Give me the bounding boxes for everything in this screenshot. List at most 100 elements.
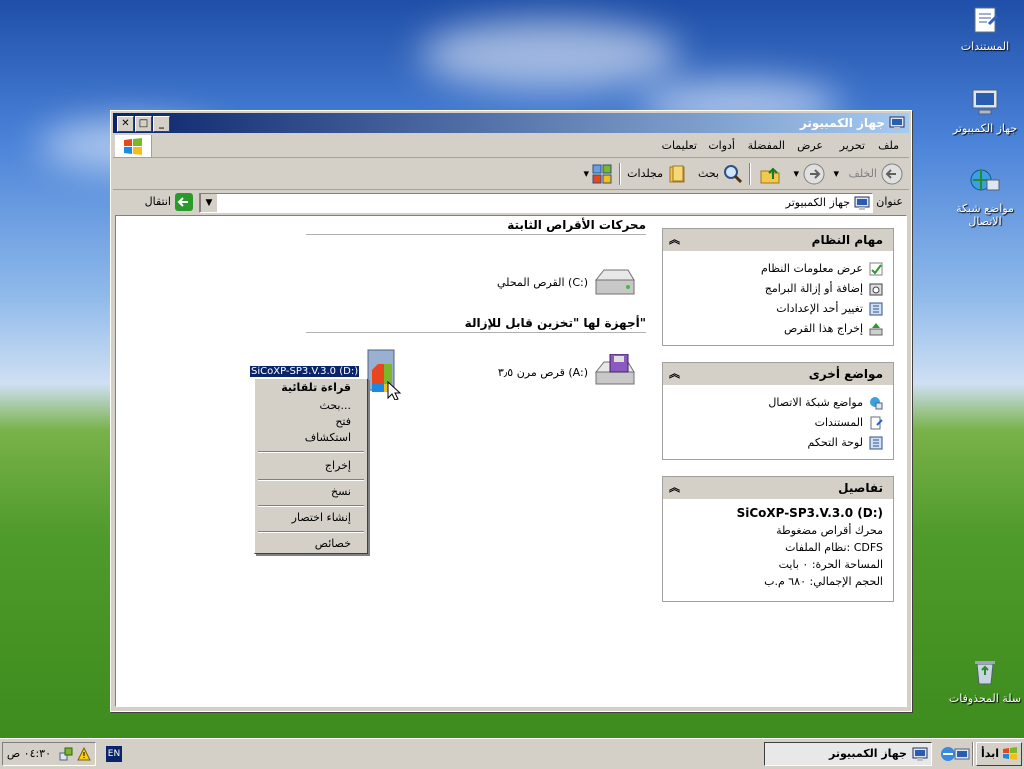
forward-arrow-icon — [803, 163, 825, 185]
ctx-open[interactable]: فتح — [335, 415, 351, 428]
details-type: محرك أقراص مضغوطة — [776, 524, 883, 537]
views-button[interactable]: ▾ — [583, 163, 613, 185]
close-button[interactable]: ✕ — [117, 116, 134, 132]
taskbar-task-my-computer[interactable]: جهاز الكمبيوتر — [764, 742, 932, 766]
context-menu: قراءة تلقائية بحث... فتح استكشاف إخراج ن… — [254, 378, 368, 554]
ctx-eject[interactable]: إخراج — [325, 459, 351, 472]
computer-icon — [889, 116, 905, 130]
up-folder-icon — [760, 167, 780, 184]
back-dropdown-icon[interactable]: ▾ — [833, 163, 839, 185]
start-button[interactable]: ابدأ — [976, 742, 1022, 766]
collapse-icon[interactable]: ︽ — [669, 363, 680, 385]
separator — [258, 505, 364, 507]
search-button[interactable]: بحث — [689, 163, 743, 185]
recycle-bin-icon — [975, 661, 995, 685]
menu-file[interactable]: ملف — [878, 139, 899, 152]
details-free-space: المساحة الحرة: ٠ بايت — [778, 558, 883, 571]
address-dropdown-button[interactable]: ▼ — [200, 194, 217, 212]
content-area: مهام النظام ︽ عرض معلومات النظام إضافة أ… — [115, 215, 907, 707]
back-arrow-icon — [881, 163, 903, 185]
menu-view[interactable]: عرض — [797, 139, 823, 152]
system-tasks-panel: مهام النظام ︽ عرض معلومات النظام إضافة أ… — [662, 228, 894, 346]
details-header[interactable]: تفاصيل ︽ — [663, 477, 893, 499]
collapse-icon[interactable]: ︽ — [669, 477, 680, 499]
address-input[interactable]: جهاز الكمبيوتر ▼ — [199, 193, 873, 213]
ctx-create-shortcut[interactable]: إنشاء اختصار — [292, 511, 351, 524]
desktop-icon-documents[interactable]: المستندات — [940, 4, 1024, 53]
volume-warning-icon[interactable] — [77, 747, 91, 761]
address-label: عنوان — [876, 195, 903, 208]
up-button[interactable] — [759, 163, 783, 185]
task-eject-disc[interactable]: إخراج هذا القرص — [663, 319, 893, 339]
address-bar: عنوان جهاز الكمبيوتر ▼ انتقال — [113, 191, 909, 215]
network-status-icon[interactable] — [59, 747, 73, 761]
forward-dropdown-icon[interactable]: ▾ — [793, 163, 799, 185]
system-tray: ٠٤:٣٠ ص — [2, 742, 96, 766]
ctx-autoplay[interactable]: قراءة تلقائية — [281, 381, 351, 394]
desktop-icon-computer[interactable]: جهاز الكمبيوتر — [940, 86, 1024, 135]
task-view-system-info[interactable]: عرض معلومات النظام — [663, 259, 893, 279]
menu-tools[interactable]: أدوات — [708, 139, 735, 152]
computer-icon — [972, 89, 998, 115]
show-desktop-icon[interactable] — [954, 746, 970, 762]
computer-icon — [854, 196, 870, 210]
control-panel-icon — [869, 302, 883, 316]
search-label: بحث — [698, 167, 719, 180]
drive-a[interactable]: قرص مرن ٣٫٥ (A:) — [496, 354, 636, 394]
desktop-icon-label: المستندات — [960, 40, 1010, 53]
forward-button[interactable] — [803, 163, 827, 185]
task-label: جهاز الكمبيوتر — [828, 747, 907, 760]
details-total-size: الحجم الإجمالي: ٦٨٠ م.ب — [764, 575, 883, 588]
go-arrow-icon — [175, 193, 193, 211]
add-remove-programs-icon — [869, 283, 883, 296]
removable-heading: أجهزة لها "تخزين قابل للإزالة" — [306, 316, 646, 333]
menu-favorites[interactable]: المفضلة — [748, 139, 785, 152]
ctx-properties[interactable]: خصائص — [315, 537, 351, 550]
system-tasks-header[interactable]: مهام النظام ︽ — [663, 229, 893, 251]
cd-drive-icon — [367, 349, 402, 400]
drive-c-label: القرص المحلي (C:) — [497, 276, 588, 289]
network-icon — [970, 169, 1000, 191]
menu-bar: ملف تحرير عرض المفضلة أدوات تعليمات — [113, 135, 909, 158]
views-icon — [592, 164, 612, 184]
menu-help[interactable]: تعليمات — [662, 139, 697, 152]
computer-icon — [912, 747, 928, 761]
fixed-drives-heading: محركات الأقراص الثابتة — [306, 218, 646, 235]
place-control-panel[interactable]: لوحة التحكم — [663, 433, 893, 453]
menu-edit[interactable]: تحرير — [840, 139, 865, 152]
desktop-icon-recycle-bin[interactable]: سلة المحذوفات — [940, 656, 1024, 705]
other-places-header[interactable]: مواضع أخرى ︽ — [663, 363, 893, 385]
maximize-button[interactable]: □ — [135, 116, 152, 132]
folders-button[interactable]: مجلدات — [627, 163, 687, 185]
collapse-icon[interactable]: ︽ — [669, 229, 680, 251]
drive-d-label: SiCoXP-SP3.V.3.0 (D:) — [250, 366, 360, 377]
separator — [258, 479, 364, 481]
go-label: انتقال — [144, 195, 171, 208]
separator — [258, 531, 364, 533]
desktop-icon-network[interactable]: مواضع شبكة الاتصال — [940, 166, 1024, 228]
language-indicator[interactable]: EN — [106, 746, 122, 762]
ctx-search[interactable]: بحث... — [320, 399, 351, 412]
task-change-setting[interactable]: تغيير أحد الإعدادات — [663, 299, 893, 319]
start-label: ابدأ — [980, 747, 999, 760]
system-info-icon — [869, 262, 883, 276]
go-button[interactable]: انتقال — [117, 193, 193, 211]
details-panel: تفاصيل ︽ SiCoXP-SP3.V.3.0 (D:) محرك أقرا… — [662, 476, 894, 602]
ctx-copy[interactable]: نسخ — [331, 485, 351, 498]
drive-c[interactable]: القرص المحلي (C:) — [496, 266, 636, 306]
minimize-button[interactable]: _ — [153, 116, 170, 132]
documents-icon — [974, 7, 999, 33]
place-documents[interactable]: المستندات — [663, 413, 893, 433]
windows-logo-icon — [1003, 747, 1017, 760]
folders-icon — [669, 165, 685, 183]
address-value: جهاز الكمبيوتر — [785, 196, 850, 209]
windows-logo-icon — [115, 135, 152, 157]
back-button[interactable]: الخلف — [841, 163, 903, 185]
drive-a-label: قرص مرن ٣٫٥ (A:) — [497, 366, 588, 379]
task-add-remove-programs[interactable]: إضافة أو إزالة البرامج — [663, 279, 893, 299]
desktop-icon-label: مواضع شبكة — [956, 202, 1014, 215]
place-network[interactable]: مواضع شبكة الاتصال — [663, 393, 893, 413]
title-bar[interactable]: جهاز الكمبيوتر ✕ □ _ — [113, 113, 909, 133]
clock: ٠٤:٣٠ ص — [6, 747, 51, 760]
ctx-explore[interactable]: استكشاف — [305, 431, 351, 444]
